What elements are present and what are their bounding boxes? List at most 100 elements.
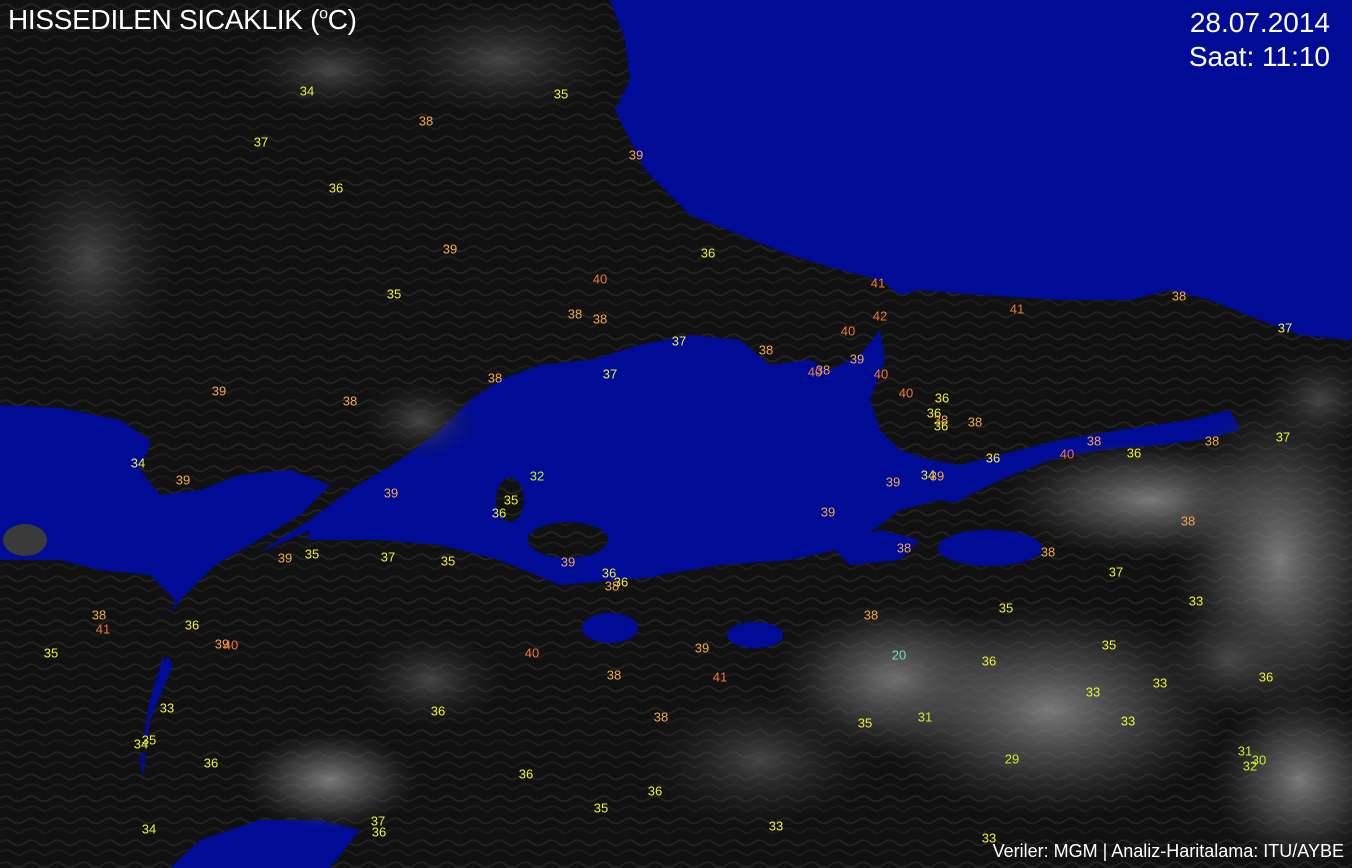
station-temperature: 38 [967,414,983,430]
station-temperature: 36 [981,653,997,669]
station-temperature: 37 [671,333,687,349]
station-temperature: 39 [175,472,191,488]
island-marmara [528,522,608,558]
station-temperature: 39 [628,147,644,163]
lake-uluabat [727,622,783,648]
title-text: HISSEDILEN SICAKLIK ( [8,4,320,35]
station-temperature: 31 [1237,743,1253,759]
station-temperature: 39 [277,550,293,566]
station-temperature: 39 [383,485,399,501]
station-temperature: 39 [560,554,576,570]
station-temperature: 38 [1180,513,1196,529]
station-temperature: 29 [1004,751,1020,767]
station-temperature: 37 [1108,564,1124,580]
station-temperature: 38 [1086,433,1102,449]
station-temperature: 39 [442,241,458,257]
station-temperature: 36 [518,766,534,782]
station-temperature: 41 [95,621,111,637]
date-text: 28.07.2014 [1189,7,1330,38]
station-temperature: 33 [768,818,784,834]
station-temperature: 36 [491,505,507,521]
station-temperature: 34 [299,83,315,99]
station-temperature: 35 [304,546,320,562]
station-temperature: 34 [133,736,149,752]
station-temperature: 41 [870,275,886,291]
station-temperature: 36 [934,390,950,406]
station-temperature: 35 [553,86,569,102]
station-temperature: 39 [885,474,901,490]
time-text: Saat: 11:10 [1188,41,1330,72]
station-temperature: 35 [440,553,456,569]
station-temperature: 39 [849,351,865,367]
station-temperature: 36 [1258,669,1274,685]
station-temperature: 35 [998,600,1014,616]
station-temperature: 38 [1204,433,1220,449]
station-temperature: 33 [1152,675,1168,691]
station-temperature: 39 [211,383,227,399]
station-temperature: 34 [130,455,146,471]
station-temperature: 40 [898,385,914,401]
station-temperature: 40 [1059,446,1075,462]
station-temperature: 38 [863,607,879,623]
station-temperature: 37 [380,549,396,565]
station-temperature: 37 [1275,429,1291,445]
station-temperature: 33 [1085,684,1101,700]
station-temperature: 33 [1120,713,1136,729]
station-temperature: 36 [203,755,219,771]
station-temperature: 36 [184,617,200,633]
station-temperature: 40 [524,645,540,661]
station-temperature: 36 [700,245,716,261]
station-temperature: 38 [606,667,622,683]
station-temperature: 36 [985,450,1001,466]
station-temperature: 40 [223,637,239,653]
station-temperature: 31 [917,709,933,725]
map-title: HISSEDILEN SICAKLIK (oC) [8,4,357,36]
station-temperature: 36 [1126,445,1142,461]
station-temperature: 35 [593,800,609,816]
station-temperature: 41 [1009,301,1025,317]
station-temperature: 38 [1040,544,1056,560]
station-temperature: 39 [929,468,945,484]
station-temperature: 38 [653,709,669,725]
station-temperature: 38 [567,306,583,322]
station-temperature: 36 [933,418,949,434]
station-temperature: 35 [43,645,59,661]
station-temperature: 35 [386,286,402,302]
station-temperature: 38 [604,578,620,594]
station-temperature: 39 [694,640,710,656]
station-temperature: 37 [602,366,618,382]
station-temperature: 38 [592,311,608,327]
station-temperature: 35 [1101,637,1117,653]
station-temperature: 38 [342,393,358,409]
data-credit: Veriler: MGM | Analiz-Haritalama: ITU/AY… [992,841,1344,861]
lake-manyas [582,613,638,643]
title-unit: C) [327,4,357,35]
station-temperature: 32 [529,468,545,484]
degree-symbol: o [319,5,328,23]
timestamp: 28.07.2014 Saat: 11:10 [1189,6,1330,74]
station-temperature: 36 [328,180,344,196]
station-temperature: 38 [815,362,831,378]
station-temperature: 38 [487,370,503,386]
temperature-map: 34 35 38 37 39 36 39 36 40 41 35 38 41 38 38 42 37 40 37 38… [0,0,1352,868]
station-temperature: 33 [1188,593,1204,609]
station-temperature: 38 [418,113,434,129]
station-temperature: 36 [371,824,387,840]
station-temperature: 38 [91,607,107,623]
station-temperature: 34 [141,821,157,837]
lake-iznik [938,530,1042,566]
station-temperature: 41 [712,669,728,685]
station-temperature: 35 [503,492,519,508]
station-temperature: 37 [1277,320,1293,336]
station-temperature: 36 [647,783,663,799]
station-temperature: 35 [857,715,873,731]
station-temperature: 38 [896,540,912,556]
station-temperature: 37 [253,134,269,150]
station-temperature: 33 [159,700,175,716]
station-temperature: 40 [873,366,889,382]
station-temperature: 40 [592,271,608,287]
station-temperature: 40 [840,323,856,339]
station-temperature: 36 [430,703,446,719]
station-temperature: 38 [758,342,774,358]
station-temperature: 32 [1242,758,1258,774]
